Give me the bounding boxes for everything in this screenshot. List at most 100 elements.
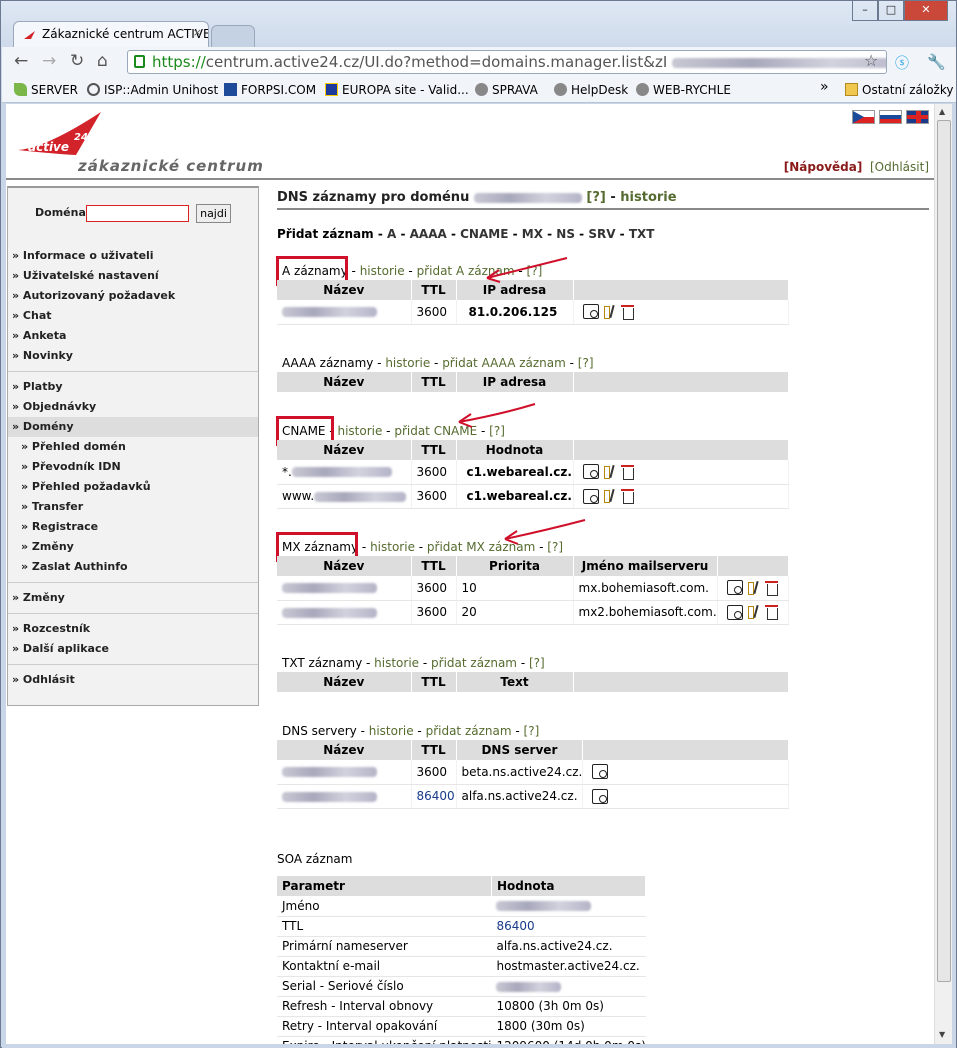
czech-flag-icon[interactable] bbox=[852, 110, 876, 124]
col-parameter: Parametr bbox=[277, 876, 492, 896]
sidebar-item-request-overview[interactable]: » Přehled požadavků bbox=[8, 477, 258, 497]
col-value: Hodnota bbox=[491, 876, 647, 896]
record-actions bbox=[582, 784, 789, 809]
annotation-arrow-cname-icon bbox=[458, 403, 536, 428]
bookmarks-bar: SERVER ISP::Admin Unihost FORPSI.COM EUR… bbox=[2, 77, 956, 103]
col-text: Text bbox=[456, 672, 574, 692]
bookmark-web-rychle[interactable]: WEB-RYCHLE bbox=[636, 83, 731, 97]
folder-icon bbox=[845, 83, 858, 96]
txt-add-link[interactable]: přidat záznam bbox=[431, 656, 517, 670]
leaf-icon bbox=[14, 83, 27, 96]
soa-param: Primární nameserver bbox=[277, 936, 492, 957]
browser-tab[interactable]: Zákaznické centrum ACTIVE × bbox=[13, 21, 209, 47]
sidebar-item-registration[interactable]: » Registrace bbox=[8, 517, 258, 537]
help-link[interactable]: [Nápověda] bbox=[784, 160, 863, 174]
globe-icon bbox=[636, 83, 649, 96]
txt-history-link[interactable]: historie bbox=[374, 656, 419, 670]
globe-icon bbox=[554, 83, 567, 96]
soa-value: 10800 (3h 0m 0s) bbox=[491, 996, 646, 1017]
txt-section-heading: TXT záznamy - historie - přidat záznam -… bbox=[282, 656, 545, 670]
soa-param: Kontaktní e-mail bbox=[277, 956, 492, 977]
logout-link[interactable]: [Odhlásit] bbox=[870, 160, 929, 174]
record-actions bbox=[582, 760, 789, 785]
ns-heading: DNS servery bbox=[282, 724, 357, 738]
sidebar-item-chat[interactable]: » Chat bbox=[8, 306, 258, 326]
sidebar-item-logout[interactable]: » Odhlásit bbox=[8, 670, 258, 690]
domain-search-button[interactable]: najdi bbox=[196, 204, 231, 223]
schedule-icon[interactable] bbox=[592, 788, 609, 804]
portal-subtitle: zákaznické centrum bbox=[78, 157, 264, 175]
forward-icon[interactable]: → bbox=[42, 51, 56, 71]
redacted-name bbox=[282, 767, 377, 778]
bookmark-isp-admin[interactable]: ISP::Admin Unihost bbox=[87, 83, 218, 97]
active24-favicon-icon bbox=[24, 31, 35, 39]
active24-logo[interactable]: active 24 bbox=[16, 110, 106, 160]
back-icon[interactable]: ← bbox=[14, 51, 28, 71]
table-row: 86400 alfa.ns.active24.cz. bbox=[277, 784, 789, 809]
scroll-thumb[interactable] bbox=[937, 120, 951, 982]
soa-param: Jméno bbox=[277, 896, 492, 917]
sidebar: Doména: najdi » Informace o uživateli » … bbox=[7, 186, 259, 706]
sidebar-item-survey[interactable]: » Anketa bbox=[8, 326, 258, 346]
minimize-button[interactable]: – bbox=[852, 1, 878, 21]
scroll-up-icon[interactable]: ▲ bbox=[939, 107, 945, 116]
sidebar-divider bbox=[8, 654, 258, 665]
soa-param: Refresh - Interval obnovy bbox=[277, 996, 492, 1017]
other-bookmarks[interactable]: Ostatní záložky bbox=[845, 83, 953, 97]
wrench-icon[interactable]: 🔧 bbox=[927, 53, 946, 71]
header-divider bbox=[6, 178, 934, 180]
close-window-button[interactable]: ✕ bbox=[904, 1, 948, 21]
sidebar-item-domain-overview[interactable]: » Přehled domén bbox=[8, 437, 258, 457]
record-name bbox=[277, 784, 412, 809]
soa-param: Serial - Seriové číslo bbox=[277, 976, 492, 997]
bookmark-forpsi[interactable]: FORPSI.COM bbox=[224, 83, 316, 97]
bookmark-server[interactable]: SERVER bbox=[14, 83, 78, 97]
table-row: Kontaktní e-mail hostmaster.active24.cz. bbox=[277, 956, 646, 977]
sidebar-item-domains[interactable]: » Domény bbox=[8, 417, 258, 437]
new-tab-button[interactable] bbox=[211, 25, 255, 47]
sidebar-item-payments[interactable]: » Platby bbox=[8, 377, 258, 397]
ns-history-link[interactable]: historie bbox=[369, 724, 414, 738]
schedule-icon[interactable] bbox=[592, 764, 609, 780]
sidebar-item-transfer[interactable]: » Transfer bbox=[8, 497, 258, 517]
skype-icon[interactable]: ⓢ bbox=[895, 53, 909, 73]
ns-help-link[interactable]: [?] bbox=[524, 724, 540, 738]
soa-param: Expire - Interval ukončení platnosti bbox=[277, 1036, 492, 1044]
ns-section-heading: DNS servery - historie - přidat záznam -… bbox=[282, 724, 540, 738]
table-row: Jméno bbox=[277, 896, 646, 917]
header-links: [Nápověda] [Odhlásit] bbox=[784, 160, 929, 174]
col-ttl: TTL bbox=[411, 740, 457, 760]
reload-icon[interactable]: ↻ bbox=[70, 51, 84, 71]
soa-value: 86400 bbox=[491, 916, 646, 937]
sidebar-item-authorized-request[interactable]: » Autorizovaný požadavek bbox=[8, 286, 258, 306]
scroll-down-icon[interactable]: ▼ bbox=[939, 1030, 945, 1039]
sidebar-item-crossroads[interactable]: » Rozcestník bbox=[8, 619, 258, 639]
sidebar-item-orders[interactable]: » Objednávky bbox=[8, 397, 258, 417]
bookmark-helpdesk[interactable]: HelpDesk bbox=[554, 83, 628, 97]
txt-help-link[interactable]: [?] bbox=[529, 656, 545, 670]
soa-value: 1209600 (14d 0h 0m 0s) bbox=[491, 1036, 646, 1044]
maximize-button[interactable]: □ bbox=[878, 1, 904, 21]
bookmark-europa[interactable]: EUROPA site - Valid... bbox=[325, 83, 469, 97]
language-flags bbox=[852, 110, 929, 127]
tab-close-icon[interactable]: × bbox=[193, 26, 202, 39]
globe-icon bbox=[475, 83, 488, 96]
sidebar-item-user-info[interactable]: » Informace o uživateli bbox=[8, 246, 258, 266]
sidebar-item-user-settings[interactable]: » Uživatelské nastavení bbox=[8, 266, 258, 286]
sidebar-item-idn-converter[interactable]: » Převodník IDN bbox=[8, 457, 258, 477]
bookmarks-more[interactable]: » bbox=[820, 79, 829, 95]
bookmark-sprava[interactable]: SPRAVA bbox=[475, 83, 538, 97]
record-ttl: 3600 bbox=[411, 760, 457, 785]
slovak-flag-icon[interactable] bbox=[879, 110, 903, 124]
sidebar-item-domain-changes[interactable]: » Změny bbox=[8, 537, 258, 557]
address-bar[interactable]: https://centrum.active24.cz/UI.do?method… bbox=[127, 50, 887, 74]
col-ttl: TTL bbox=[411, 672, 457, 692]
col-dns-server: DNS server bbox=[456, 740, 584, 760]
ns-add-link[interactable]: přidat záznam bbox=[426, 724, 512, 738]
url-scheme: https:// bbox=[152, 53, 206, 71]
star-icon[interactable]: ☆ bbox=[864, 51, 878, 70]
home-icon[interactable]: ⌂ bbox=[97, 51, 108, 71]
uk-flag-icon[interactable] bbox=[906, 110, 929, 124]
domain-search-input[interactable] bbox=[86, 205, 189, 222]
vertical-scrollbar[interactable]: ▲ ▼ bbox=[934, 104, 952, 1044]
